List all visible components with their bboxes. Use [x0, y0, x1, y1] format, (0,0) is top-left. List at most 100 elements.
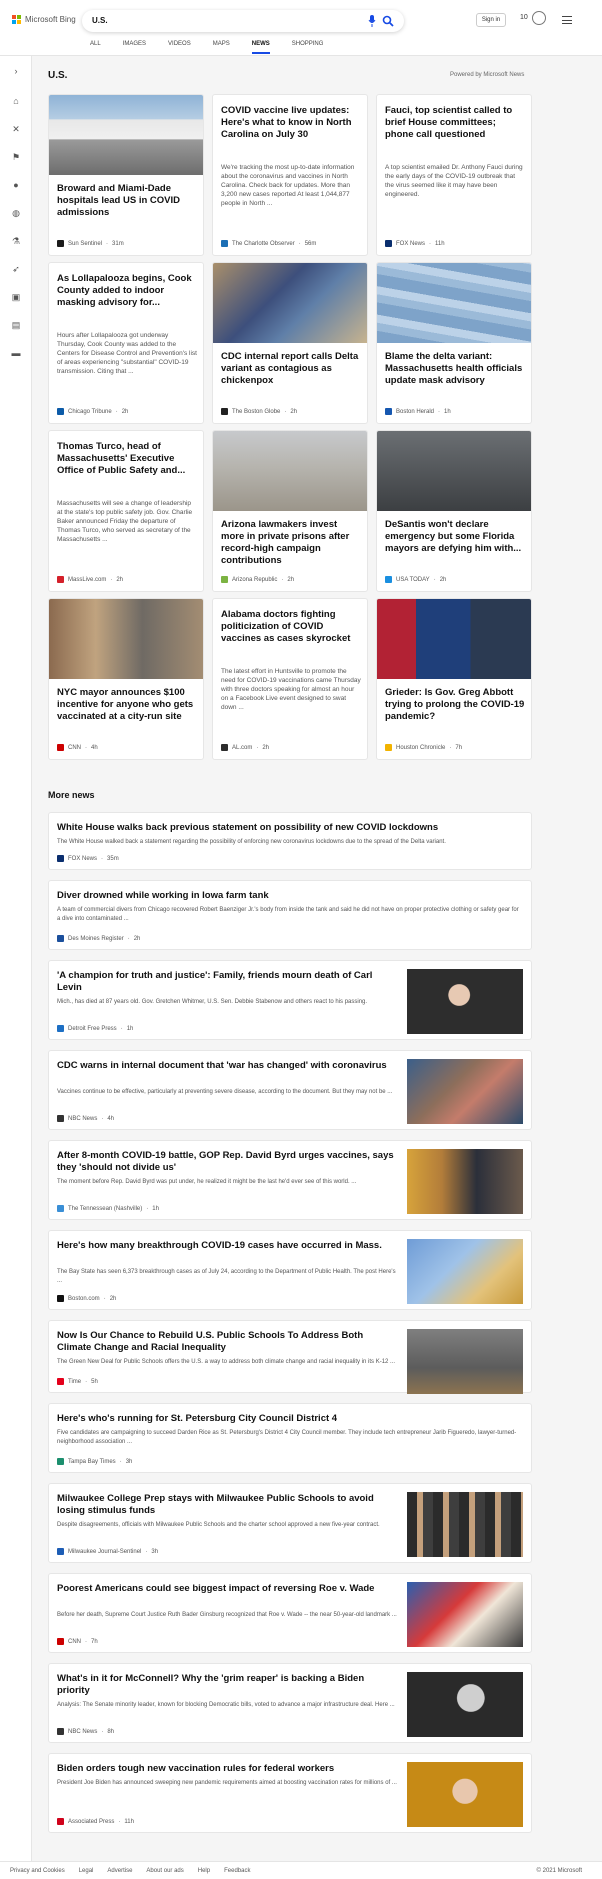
news-card[interactable]: Broward and Miami-Dade hospitals lead US…: [48, 94, 204, 256]
bing-logo[interactable]: Microsoft Bing: [12, 15, 76, 24]
source-name[interactable]: AL.com: [232, 745, 252, 751]
news-card-source[interactable]: Houston Chronicle · 7h: [385, 744, 462, 751]
source-name[interactable]: The Boston Globe: [232, 409, 280, 415]
footer-link[interactable]: Legal: [79, 1868, 94, 1874]
news-card-source[interactable]: The Boston Globe · 2h: [221, 408, 297, 415]
flag-icon[interactable]: ⚑: [11, 152, 21, 162]
more-news-item[interactable]: CDC warns in internal document that 'war…: [48, 1050, 532, 1130]
news-card-title[interactable]: Arizona lawmakers invest more in private…: [221, 519, 361, 567]
more-news-source[interactable]: FOX News · 35m: [57, 855, 119, 862]
location-icon[interactable]: ●: [11, 180, 21, 190]
news-card-title[interactable]: Alabama doctors fighting politicization …: [221, 609, 361, 659]
footer-link[interactable]: Feedback: [224, 1868, 250, 1874]
more-news-item[interactable]: Biden orders tough new vaccination rules…: [48, 1753, 532, 1833]
more-news-thumbnail[interactable]: [407, 1329, 523, 1394]
more-news-title[interactable]: Biden orders tough new vaccination rules…: [57, 1763, 397, 1775]
news-card-source[interactable]: FOX News · 11h: [385, 240, 445, 247]
more-news-thumbnail[interactable]: [407, 969, 523, 1034]
news-card-source[interactable]: The Charlotte Observer · 56m: [221, 240, 316, 247]
rocket-icon[interactable]: ➶: [11, 264, 21, 274]
news-card[interactable]: Blame the delta variant: Massachusetts h…: [376, 262, 532, 424]
source-name[interactable]: FOX News: [396, 241, 425, 247]
more-news-item[interactable]: Now Is Our Chance to Rebuild U.S. Public…: [48, 1320, 532, 1394]
sign-in-button[interactable]: Sign in: [476, 13, 506, 27]
more-news-source[interactable]: Detroit Free Press · 1h: [57, 1025, 133, 1032]
more-news-title[interactable]: Now Is Our Chance to Rebuild U.S. Public…: [57, 1330, 397, 1354]
news-card-title[interactable]: DeSantis won't declare emergency but som…: [385, 519, 525, 567]
news-card-title[interactable]: Grieder: Is Gov. Greg Abbott trying to p…: [385, 687, 525, 735]
news-card-image[interactable]: [377, 599, 531, 679]
more-news-item[interactable]: What's in it for McConnell? Why the 'gri…: [48, 1663, 532, 1743]
more-news-item[interactable]: Here's who's running for St. Petersburg …: [48, 1403, 532, 1473]
tab-shopping[interactable]: SHOPPING: [292, 41, 324, 47]
rewards-medal-icon[interactable]: [532, 11, 546, 25]
globe-icon[interactable]: ◍: [11, 208, 21, 218]
source-name[interactable]: Milwaukee Journal-Sentinel: [68, 1549, 141, 1555]
footer-link[interactable]: About our ads: [146, 1868, 183, 1874]
news-card-title[interactable]: CDC internal report calls Delta variant …: [221, 351, 361, 399]
rewards-count[interactable]: 10: [520, 14, 528, 21]
source-name[interactable]: Tampa Bay Times: [68, 1459, 116, 1465]
source-name[interactable]: Boston.com: [68, 1296, 100, 1302]
news-card-image[interactable]: [377, 431, 531, 511]
more-news-item[interactable]: 'A champion for truth and justice': Fami…: [48, 960, 532, 1040]
news-card-source[interactable]: CNN · 4h: [57, 744, 98, 751]
more-news-item[interactable]: Poorest Americans could see biggest impa…: [48, 1573, 532, 1653]
more-news-source[interactable]: CNN · 7h: [57, 1638, 98, 1645]
more-news-item[interactable]: Diver drowned while working in Iowa farm…: [48, 880, 532, 950]
home-icon[interactable]: ⌂: [11, 96, 21, 106]
footer-link[interactable]: Privacy and Cookies: [10, 1868, 65, 1874]
source-name[interactable]: Arizona Republic: [232, 577, 277, 583]
source-name[interactable]: Chicago Tribune: [68, 409, 112, 415]
tab-videos[interactable]: VIDEOS: [168, 41, 191, 47]
more-news-thumbnail[interactable]: [407, 1059, 523, 1124]
source-name[interactable]: CNN: [68, 745, 81, 751]
source-name[interactable]: NBC News: [68, 1729, 97, 1735]
news-card-source[interactable]: Boston Herald · 1h: [385, 408, 451, 415]
more-news-title[interactable]: Poorest Americans could see biggest impa…: [57, 1583, 397, 1595]
tab-images[interactable]: IMAGES: [123, 41, 146, 47]
card-icon[interactable]: ▬: [11, 348, 21, 358]
news-card-title[interactable]: Fauci, top scientist called to brief Hou…: [385, 105, 525, 155]
source-name[interactable]: The Tennessean (Nashville): [68, 1206, 142, 1212]
footer-link[interactable]: Advertise: [107, 1868, 132, 1874]
source-name[interactable]: Houston Chronicle: [396, 745, 445, 751]
news-card-source[interactable]: Chicago Tribune · 2h: [57, 408, 128, 415]
more-news-source[interactable]: NBC News · 8h: [57, 1728, 114, 1735]
more-news-thumbnail[interactable]: [407, 1239, 523, 1304]
entertainment-icon[interactable]: ▣: [11, 292, 21, 302]
more-news-title[interactable]: 'A champion for truth and justice': Fami…: [57, 970, 397, 994]
microphone-icon[interactable]: [368, 15, 376, 27]
more-news-title[interactable]: Here's how many breakthrough COVID-19 ca…: [57, 1240, 397, 1252]
news-card-title[interactable]: Broward and Miami-Dade hospitals lead US…: [57, 183, 197, 231]
news-card[interactable]: Fauci, top scientist called to brief Hou…: [376, 94, 532, 256]
more-news-source[interactable]: NBC News · 4h: [57, 1115, 114, 1122]
news-card-image[interactable]: [49, 95, 203, 175]
more-news-source[interactable]: Tampa Bay Times · 3h: [57, 1458, 132, 1465]
more-news-title[interactable]: After 8-month COVID-19 battle, GOP Rep. …: [57, 1150, 397, 1174]
more-news-source[interactable]: The Tennessean (Nashville) · 1h: [57, 1205, 159, 1212]
more-news-source[interactable]: Associated Press · 11h: [57, 1818, 134, 1825]
source-name[interactable]: Boston Herald: [396, 409, 434, 415]
tab-all[interactable]: ALL: [90, 41, 101, 47]
more-news-thumbnail[interactable]: [407, 1762, 523, 1827]
more-news-item[interactable]: Milwaukee College Prep stays with Milwau…: [48, 1483, 532, 1563]
more-news-item[interactable]: After 8-month COVID-19 battle, GOP Rep. …: [48, 1140, 532, 1220]
source-name[interactable]: Sun Sentinel: [68, 241, 102, 247]
news-card[interactable]: CDC internal report calls Delta variant …: [212, 262, 368, 424]
news-card-source[interactable]: AL.com · 2h: [221, 744, 269, 751]
news-card-source[interactable]: Sun Sentinel · 31m: [57, 240, 124, 247]
news-card-title[interactable]: Blame the delta variant: Massachusetts h…: [385, 351, 525, 399]
news-card[interactable]: DeSantis won't declare emergency but som…: [376, 430, 532, 592]
source-name[interactable]: Associated Press: [68, 1819, 114, 1825]
money-icon[interactable]: ▤: [11, 320, 21, 330]
more-news-thumbnail[interactable]: [407, 1149, 523, 1214]
news-card-source[interactable]: USA TODAY · 2h: [385, 576, 446, 583]
tab-maps[interactable]: MAPS: [213, 41, 230, 47]
news-card-source[interactable]: MassLive.com · 2h: [57, 576, 123, 583]
more-news-thumbnail[interactable]: [407, 1492, 523, 1557]
search-box[interactable]: U.S.: [82, 10, 404, 32]
more-news-title[interactable]: What's in it for McConnell? Why the 'gri…: [57, 1673, 397, 1697]
news-card[interactable]: Thomas Turco, head of Massachusetts' Exe…: [48, 430, 204, 592]
news-card-title[interactable]: COVID vaccine live updates: Here's what …: [221, 105, 361, 155]
